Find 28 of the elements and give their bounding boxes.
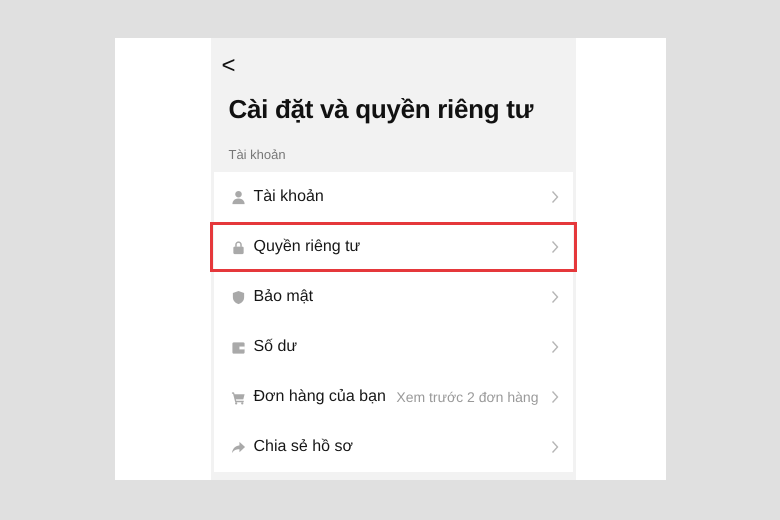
chevron-icon [550, 440, 558, 454]
highlighted-menu-item[interactable]: Quyền riêng tư [210, 222, 576, 272]
person-icon [230, 190, 246, 204]
item-label: Chia sẻ hồ sơ [254, 438, 353, 456]
item-label: Đơn hàng của bạn [254, 388, 386, 406]
back-button[interactable]: < [222, 52, 236, 80]
wallet-icon [230, 340, 246, 354]
cart-icon [230, 390, 246, 404]
lock-icon [230, 240, 246, 254]
menu-item[interactable]: Tài khoản [214, 172, 572, 222]
page-title: Cài đặt và quyền riêng tư [228, 94, 534, 125]
menu-item[interactable]: Số dư [214, 322, 572, 372]
item-label: Bảo mật [254, 288, 314, 306]
chevron-icon [550, 190, 558, 204]
chevron-icon [550, 340, 558, 354]
chevron-icon [550, 240, 558, 254]
menu-item[interactable]: Chia sẻ hồ sơ [214, 422, 572, 472]
item-value: Xem trước 2 đơn hàng [396, 389, 538, 405]
menu-item[interactable]: Đơn hàng của bạn Xem trước 2 đơn hàng [214, 372, 572, 422]
shield-icon [230, 290, 246, 304]
item-label: Tài khoản [254, 188, 324, 206]
chevron-icon [550, 290, 558, 304]
section-label: Tài khoản [228, 147, 287, 162]
share-icon [230, 440, 246, 454]
menu-item[interactable]: Bảo mật [214, 272, 572, 322]
item-label: Quyền riêng tư [254, 238, 360, 256]
chevron-icon [550, 390, 558, 404]
item-label: Số dư [254, 338, 298, 356]
